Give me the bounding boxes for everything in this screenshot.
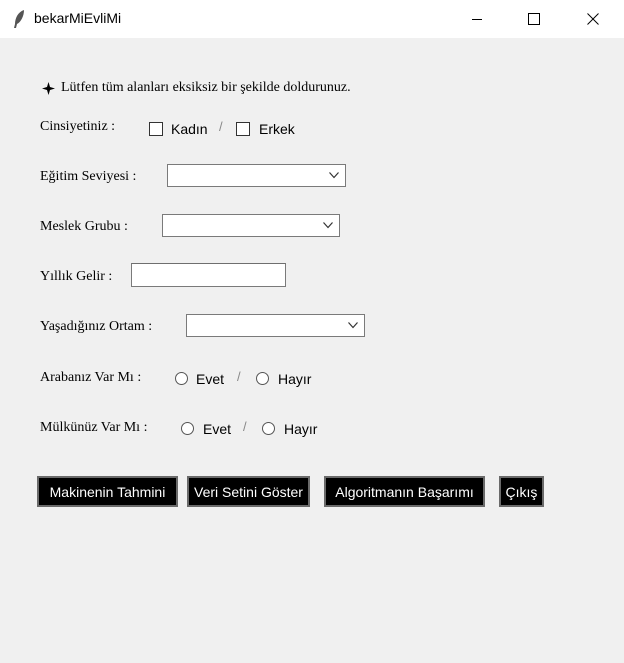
occupation-label: Meslek Grubu :	[40, 219, 128, 234]
environment-select[interactable]	[186, 314, 365, 337]
exit-button[interactable]: Çıkış	[499, 476, 544, 507]
property-label: Mülkünüz Var Mı :	[40, 420, 148, 435]
separator: /	[243, 419, 247, 434]
education-label: Eğitim Seviyesi :	[40, 169, 137, 184]
separator: /	[219, 119, 223, 134]
female-checkbox[interactable]	[149, 122, 163, 136]
occupation-select[interactable]	[162, 214, 340, 237]
property-no-label: Hayır	[284, 421, 318, 437]
minimize-icon	[472, 19, 482, 20]
window-title: bekarMiEvliMi	[34, 10, 122, 26]
car-label: Arabanız Var Mı :	[40, 370, 142, 385]
chevron-down-icon	[348, 322, 358, 329]
female-label: Kadın	[171, 121, 208, 137]
income-label: Yıllık Gelir :	[40, 269, 113, 284]
algorithm-score-button[interactable]: Algoritmanın Başarımı	[324, 476, 485, 507]
separator: /	[237, 369, 241, 384]
instruction-text: Lütfen tüm alanları eksiksiz bir şekilde…	[61, 80, 351, 95]
chevron-down-icon	[323, 222, 333, 229]
gender-label: Cinsiyetiniz :	[40, 119, 116, 134]
property-no-radio[interactable]	[262, 422, 275, 435]
car-no-radio[interactable]	[256, 372, 269, 385]
male-label: Erkek	[259, 121, 295, 137]
predict-button[interactable]: Makinenin Tahmini	[37, 476, 178, 507]
show-dataset-button[interactable]: Veri Setini Göster	[187, 476, 310, 507]
sparkle-icon	[42, 82, 55, 95]
close-icon	[587, 13, 599, 25]
feather-icon	[14, 10, 24, 28]
minimize-button[interactable]	[454, 0, 500, 38]
car-no-label: Hayır	[278, 371, 312, 387]
chevron-down-icon	[329, 172, 339, 179]
male-checkbox[interactable]	[236, 122, 250, 136]
maximize-button[interactable]	[511, 0, 557, 38]
close-button[interactable]	[570, 0, 616, 38]
income-input[interactable]	[131, 263, 286, 287]
car-yes-radio[interactable]	[175, 372, 188, 385]
title-bar: bekarMiEvliMi	[0, 0, 624, 38]
education-select[interactable]	[167, 164, 346, 187]
property-yes-radio[interactable]	[181, 422, 194, 435]
property-yes-label: Evet	[203, 421, 232, 437]
car-yes-label: Evet	[196, 371, 225, 387]
maximize-icon	[528, 13, 540, 25]
environment-label: Yaşadığınız Ortam :	[40, 319, 153, 334]
